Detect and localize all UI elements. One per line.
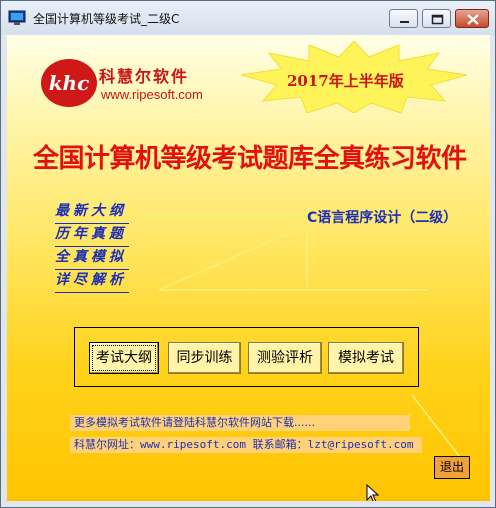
version-badge: 2017年上半年版 [287, 72, 404, 90]
main-panel: khc 科慧尔软件 www.ripesoft.com 2017年上半年版 全国计… [7, 35, 490, 501]
close-button[interactable] [455, 9, 489, 28]
subject-title: C语言程序设计（二级） [307, 210, 458, 226]
feature-list: 最新大纲 历年真题 全真模拟 详尽解析 [55, 201, 129, 293]
maximize-icon [431, 14, 444, 25]
mock-exam-button[interactable]: 模拟考试 [328, 342, 404, 374]
window-title: 全国计算机等级考试_二级C [33, 12, 180, 26]
brand-name: 科慧尔软件 [99, 67, 190, 86]
mouse-cursor-icon [366, 484, 380, 501]
exit-button[interactable]: 退出 [434, 456, 470, 479]
minimize-icon [400, 21, 409, 23]
feature-item: 全真模拟 [55, 247, 129, 270]
main-title: 全国计算机等级考试题库全真练习软件 [33, 144, 467, 174]
maximize-button[interactable] [422, 9, 451, 28]
app-window: 全国计算机等级考试_二级C khc 科慧尔软件 www.ripesoft.com… [0, 0, 496, 508]
download-info: 更多模拟考试软件请登陆科慧尔软件网站下载...... [70, 415, 410, 431]
minimize-button[interactable] [389, 9, 418, 28]
brand-logo: khc [41, 59, 97, 107]
logo-text: khc [49, 71, 90, 95]
contact-info: 科慧尔网址：www.ripesoft.com 联系邮箱：lzt@ripesoft… [70, 437, 422, 453]
close-icon [467, 14, 479, 25]
sync-training-button[interactable]: 同步训练 [168, 342, 241, 374]
feature-item: 历年真题 [55, 224, 129, 247]
quiz-review-button[interactable]: 测验评析 [248, 342, 322, 374]
brand-url: www.ripesoft.com [101, 87, 203, 102]
feature-item: 详尽解析 [55, 270, 129, 293]
exam-outline-button[interactable]: 考试大纲 [89, 342, 159, 374]
app-icon[interactable] [8, 10, 26, 26]
title-bar[interactable]: 全国计算机等级考试_二级C [1, 1, 495, 35]
feature-item: 最新大纲 [55, 201, 129, 224]
